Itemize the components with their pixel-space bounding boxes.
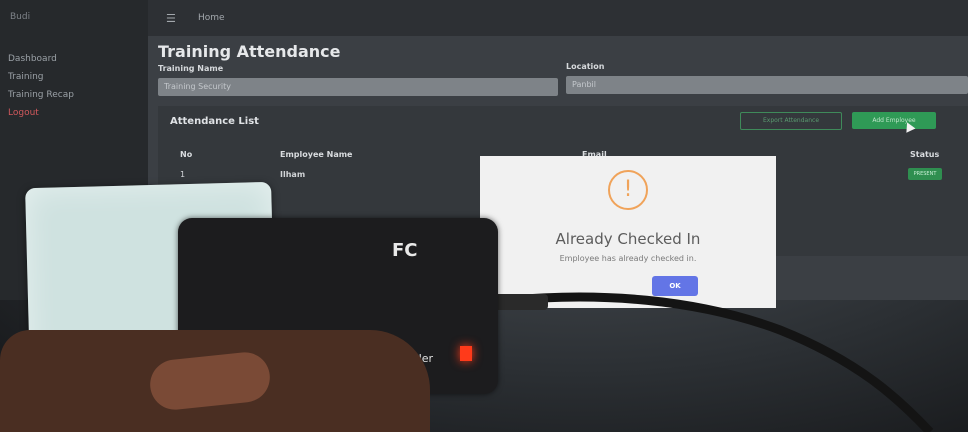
fc-logo: FC	[392, 240, 418, 261]
led-indicator	[460, 346, 472, 361]
photo-scene: Budi Dashboard Training Training Recap L…	[0, 0, 968, 432]
